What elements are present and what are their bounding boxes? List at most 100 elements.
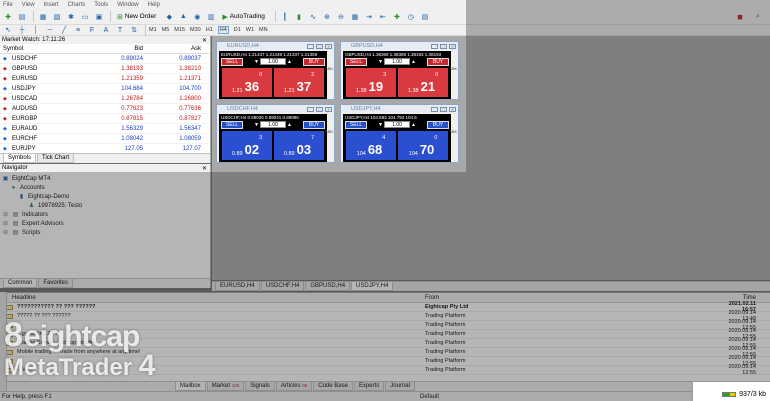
- close-icon[interactable]: ✕: [449, 43, 456, 49]
- buy-button[interactable]: BUY: [303, 120, 325, 129]
- lot-down-icon[interactable]: ▼: [254, 122, 259, 128]
- metaeditor-icon[interactable]: ◆: [163, 11, 175, 22]
- trade-window-eurusd[interactable]: EURUSD,H4 _ □ ✕ EURUSD,H4 1.21437 1.21448 1.…: [216, 41, 335, 100]
- lot-size-input[interactable]: [260, 121, 286, 128]
- vertical-line-icon[interactable]: │: [30, 25, 42, 36]
- label-icon[interactable]: T: [114, 25, 126, 36]
- timeframe-d1[interactable]: D1: [234, 27, 241, 33]
- close-icon[interactable]: ✕: [325, 43, 332, 49]
- column-ask[interactable]: Ask: [146, 46, 204, 52]
- ask-price[interactable]: 1.21 37 2: [274, 68, 324, 97]
- fibonacci-icon[interactable]: F: [86, 25, 98, 36]
- text-icon[interactable]: A: [100, 25, 112, 36]
- auto-trading-button[interactable]: ▶ AutoTrading: [219, 11, 268, 23]
- menu-file[interactable]: File: [3, 2, 13, 8]
- ask-price[interactable]: 104 70 0: [398, 131, 448, 160]
- menu-insert[interactable]: Insert: [44, 2, 59, 8]
- sell-button[interactable]: SELL: [221, 57, 243, 66]
- connection-status[interactable]: 937/3 kb: [722, 391, 766, 398]
- market-watch-row[interactable]: ◆ USDCAD 1.26784 1.26800: [0, 94, 210, 104]
- buy-button[interactable]: BUY: [427, 57, 449, 66]
- lot-up-icon[interactable]: ▲: [411, 122, 416, 128]
- menu-window[interactable]: Window: [117, 2, 138, 8]
- trade-window-gbpusd[interactable]: GBPUSD,H4 _ □ ✕ GBPUSD,H4 1.38369 1.38369 1.…: [340, 41, 459, 100]
- tile-windows-icon[interactable]: ▦: [349, 11, 361, 22]
- new-order-button[interactable]: ⊞ New Order: [114, 11, 159, 23]
- data-window-icon[interactable]: ▧: [51, 11, 63, 22]
- market-icon[interactable]: ▥: [205, 11, 217, 22]
- close-icon[interactable]: ✕: [449, 106, 456, 112]
- lot-down-icon[interactable]: ▼: [378, 122, 383, 128]
- zoom-in-icon[interactable]: ⊕: [321, 11, 333, 22]
- bid-price[interactable]: 104 68 4: [346, 131, 396, 160]
- auto-scroll-icon[interactable]: ⇥: [363, 11, 375, 22]
- market-watch-row[interactable]: ◆ AUDUSD 0.77623 0.77636: [0, 104, 210, 114]
- trade-window-usdjpy[interactable]: USDJPY,H4 _ □ ✕ USDJPY,H4 104.682 104.793 10…: [340, 104, 459, 163]
- zoom-out-icon[interactable]: ⊖: [335, 11, 347, 22]
- ask-price[interactable]: 0.89 03 7: [274, 131, 324, 160]
- market-watch-row[interactable]: ◆ EURCHF 1.08042 1.08059: [0, 134, 210, 144]
- tab-tick-chart[interactable]: Tick Chart: [37, 154, 75, 163]
- timeframe-m5[interactable]: M5: [162, 27, 170, 33]
- timeframe-m15[interactable]: M15: [174, 27, 185, 33]
- signals-icon[interactable]: ◉: [191, 11, 203, 22]
- timeframe-m30[interactable]: M30: [190, 27, 201, 33]
- buy-button[interactable]: BUY: [427, 120, 449, 129]
- bid-price[interactable]: 1.38 19 3: [346, 68, 396, 97]
- bid-price[interactable]: 1.21 36 0: [222, 68, 272, 97]
- buy-button[interactable]: BUY: [303, 57, 325, 66]
- minimize-icon[interactable]: _: [307, 43, 314, 49]
- lock-icon[interactable]: ▲: [177, 11, 189, 22]
- close-icon[interactable]: ✕: [202, 37, 207, 44]
- trade-window-usdchf[interactable]: USDCHF,H4 _ □ ✕ USDCHF,H4 0.89026 0.89041 0.…: [216, 104, 335, 163]
- market-watch-row[interactable]: ◆ USDJPY 104.684 104.700: [0, 84, 210, 94]
- market-watch-icon[interactable]: ▦: [37, 11, 49, 22]
- lot-down-icon[interactable]: ▼: [378, 59, 383, 65]
- market-watch-row[interactable]: ◆ EURGBP 0.87815 0.87827: [0, 114, 210, 124]
- timeframe-w1[interactable]: W1: [246, 27, 254, 33]
- tab-symbols[interactable]: Symbols: [3, 154, 37, 163]
- timeframe-h1[interactable]: H1: [206, 27, 213, 33]
- templates-icon[interactable]: ▤: [419, 11, 431, 22]
- market-watch-row[interactable]: ◆ GBPUSD 1.38193 1.38210: [0, 64, 210, 74]
- profiles-icon[interactable]: ▤: [16, 11, 28, 22]
- bid-price[interactable]: 0.89 02 3: [222, 131, 272, 160]
- minimize-icon[interactable]: _: [431, 106, 438, 112]
- maximize-icon[interactable]: □: [440, 43, 447, 49]
- line-chart-icon[interactable]: ∿: [307, 11, 319, 22]
- column-symbol[interactable]: Symbol: [0, 46, 88, 52]
- lot-down-icon[interactable]: ▼: [254, 59, 259, 65]
- sell-button[interactable]: SELL: [345, 120, 367, 129]
- indicators-icon[interactable]: ✚: [391, 11, 403, 22]
- lot-size-input[interactable]: [260, 58, 286, 65]
- market-watch-row[interactable]: ◆ USDCHF 0.89024 0.89037: [0, 54, 210, 64]
- channel-icon[interactable]: ≡: [72, 25, 84, 36]
- periods-icon[interactable]: ◷: [405, 11, 417, 22]
- menu-tools[interactable]: Tools: [94, 2, 108, 8]
- crosshair-icon[interactable]: ┼: [16, 25, 28, 36]
- lot-up-icon[interactable]: ▲: [287, 122, 292, 128]
- arrows-icon[interactable]: ⇅: [128, 25, 140, 36]
- new-chart-icon[interactable]: ✚: [2, 11, 14, 22]
- lot-size-input[interactable]: [384, 58, 410, 65]
- timeframe-h4[interactable]: H4: [217, 26, 229, 34]
- navigator-icon[interactable]: ✱: [65, 11, 77, 22]
- market-watch-row[interactable]: ◆ EURAUD 1.56329 1.56347: [0, 124, 210, 134]
- close-icon[interactable]: ✕: [202, 165, 207, 172]
- ask-price[interactable]: 1.38 21 0: [398, 68, 448, 97]
- trendline-icon[interactable]: ╱: [58, 25, 70, 36]
- chart-shift-icon[interactable]: ⇤: [377, 11, 389, 22]
- sell-button[interactable]: SELL: [345, 57, 367, 66]
- maximize-icon[interactable]: □: [316, 106, 323, 112]
- terminal-icon[interactable]: ▭: [79, 11, 91, 22]
- maximize-icon[interactable]: □: [440, 106, 447, 112]
- close-icon[interactable]: ✕: [325, 106, 332, 112]
- sell-button[interactable]: SELL: [221, 120, 243, 129]
- maximize-icon[interactable]: □: [316, 43, 323, 49]
- lot-size-input[interactable]: [384, 121, 410, 128]
- bar-chart-icon[interactable]: ┃: [279, 11, 291, 22]
- minimize-icon[interactable]: _: [307, 106, 314, 112]
- column-bid[interactable]: Bid: [88, 46, 146, 52]
- timeframe-m1[interactable]: M1: [149, 27, 157, 33]
- cursor-icon[interactable]: ↖: [2, 25, 14, 36]
